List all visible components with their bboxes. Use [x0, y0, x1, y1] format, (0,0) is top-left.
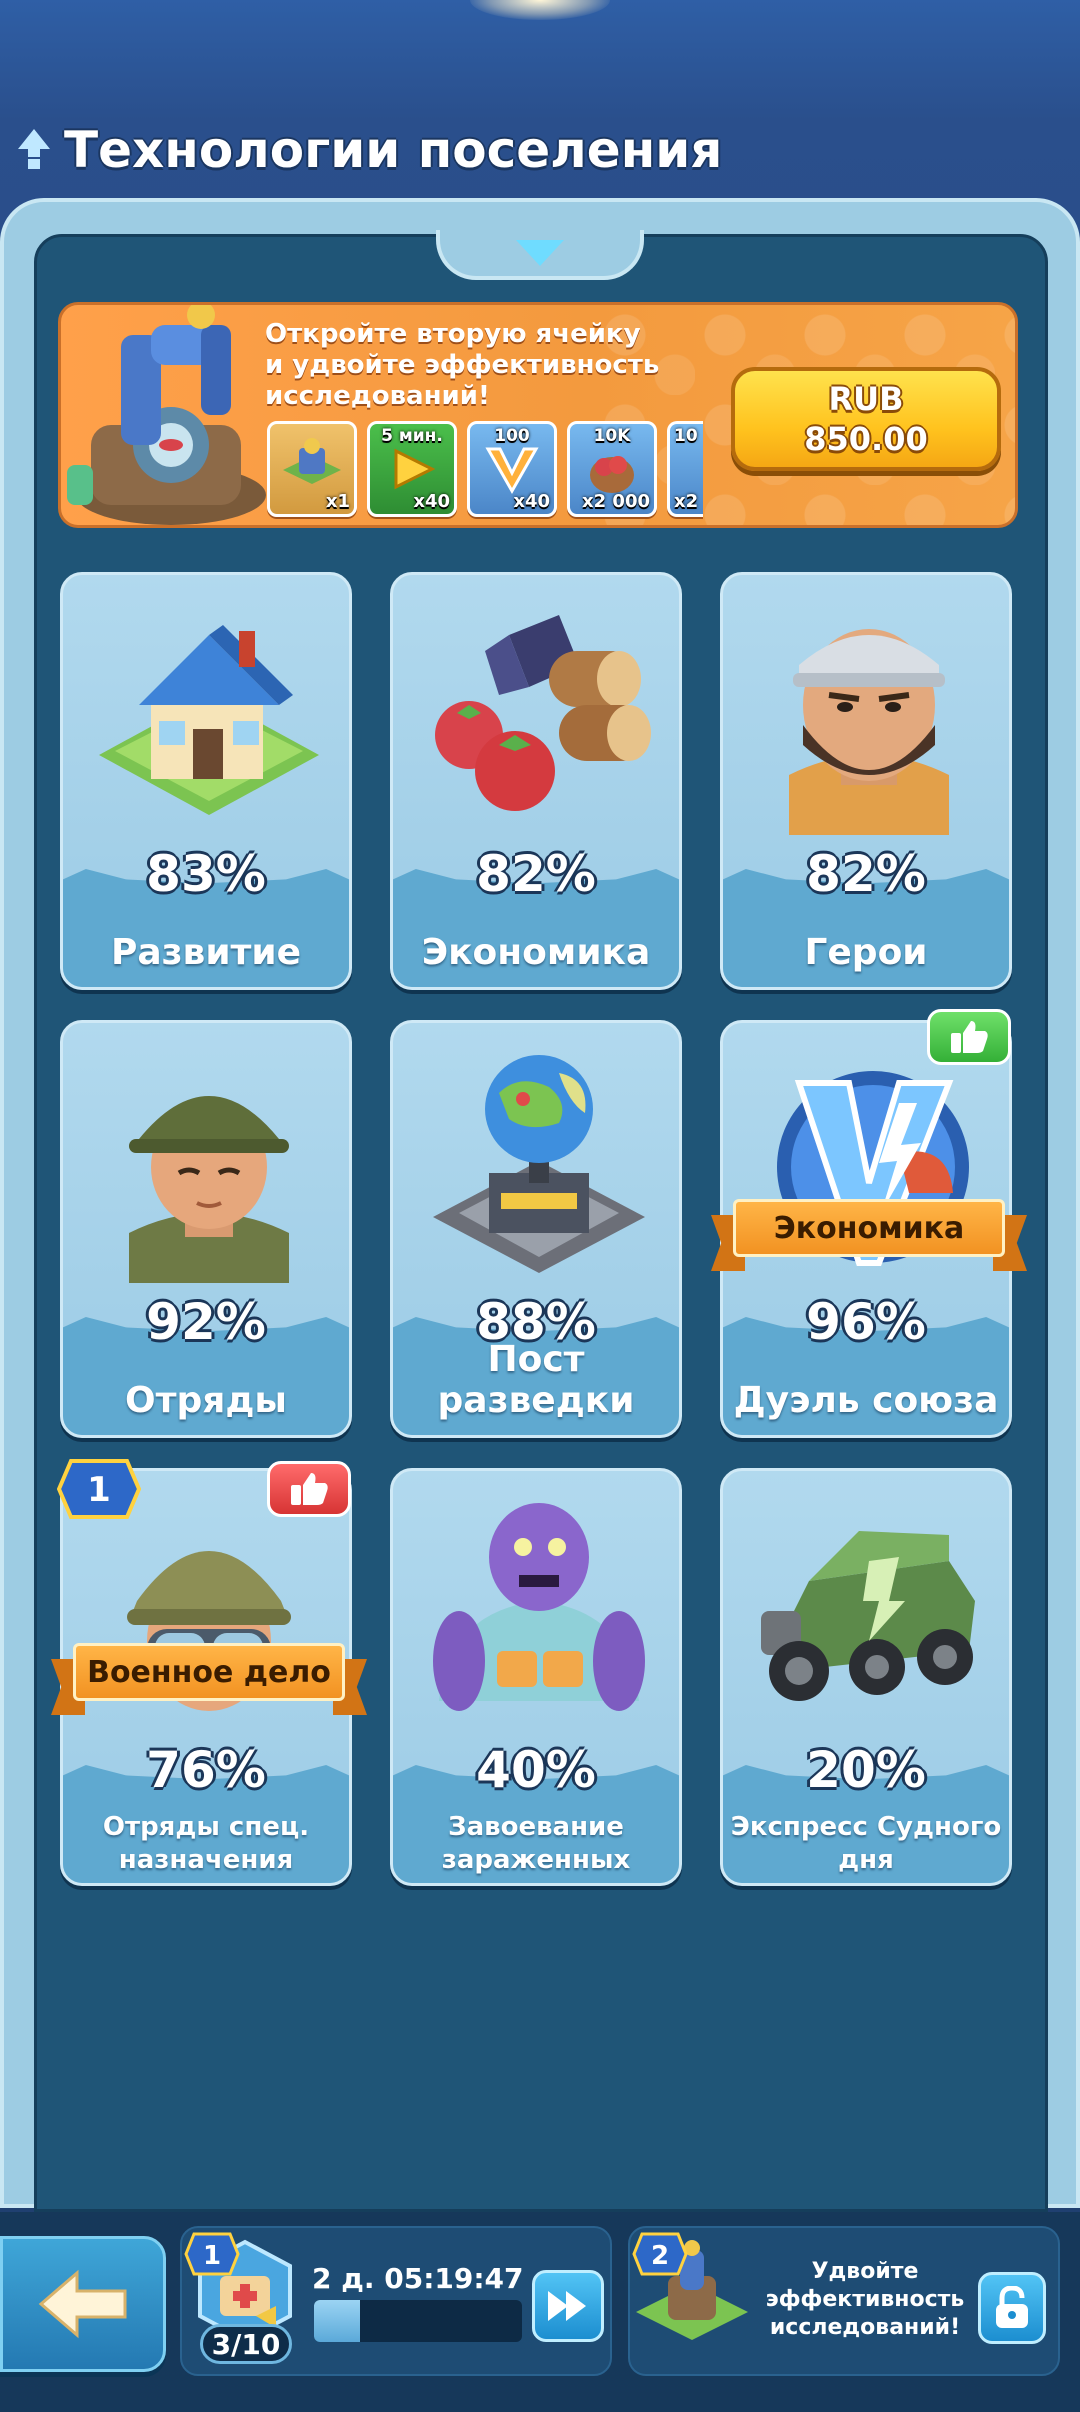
card-percent: 20% [806, 1741, 926, 1799]
card-label: Герои [804, 932, 928, 973]
tree-icon [18, 129, 50, 169]
slot-number-badge: 2 [632, 2232, 688, 2276]
lock-icon [996, 2286, 1028, 2328]
resources-icon [435, 615, 651, 811]
svg-text:1: 1 [203, 2241, 221, 2271]
house-icon [99, 625, 319, 815]
slot-number-badge: 1 [184, 2232, 240, 2276]
reward-label: 10K [593, 426, 631, 446]
tech-card-troops[interactable]: 92% Отряды [60, 1020, 352, 1438]
reward-item[interactable]: x1 [267, 421, 357, 517]
speedup-button[interactable] [532, 2270, 604, 2342]
tech-card-infected-conquest[interactable]: 40% Завоевание зараженных [390, 1468, 682, 1886]
research-machine-icon [67, 305, 266, 525]
price-value: 850.00 [804, 420, 928, 458]
hero-portrait-icon [789, 629, 949, 835]
reward-qty: x2 000 [582, 491, 650, 512]
card-percent: 40% [476, 1741, 596, 1799]
svg-text:1: 1 [87, 1470, 111, 1510]
card-label: Завоевание зараженных [441, 1812, 631, 1875]
tech-card-development[interactable]: 83% Развитие [60, 572, 352, 990]
thumbs-up-icon [291, 1473, 328, 1505]
locked-slot-text: Удвойте эффективность исследований! [765, 2259, 965, 2340]
reward-item[interactable]: 5 мин. x40 [367, 421, 457, 517]
reward-qty: x1 [325, 491, 350, 512]
card-label: Развитие [110, 932, 302, 973]
ribbon-label: Экономика [733, 1199, 1005, 1257]
reward-item[interactable]: 10K x2 000 [567, 421, 657, 517]
unlock-button[interactable] [978, 2272, 1046, 2344]
reward-qty: x40 [413, 491, 450, 512]
promo-text: Откройте вторую ячейку и удвойте эффекти… [265, 319, 660, 411]
card-label: Экономика [421, 932, 651, 973]
tech-card-recon[interactable]: 88% Пост разведки [390, 1020, 682, 1438]
card-percent: 82% [806, 845, 926, 903]
card-label: Отряды спец. назначения [102, 1812, 310, 1875]
tech-card-economy[interactable]: 82% Экономика [390, 572, 682, 990]
v-badge-icon [485, 447, 539, 495]
svg-text:2: 2 [651, 2241, 669, 2271]
reward-label: 100 [494, 426, 530, 446]
fast-forward-icon [548, 2291, 586, 2321]
card-percent: 96% [806, 1293, 926, 1351]
arrow-left-icon [38, 2269, 127, 2339]
card-percent: 83% [146, 845, 266, 903]
chevron-down-icon[interactable] [516, 240, 564, 266]
page-title: Технологии поселения [64, 121, 723, 179]
card-label: Отряды [125, 1380, 287, 1421]
category-ribbon: Экономика [711, 1199, 1027, 1271]
tech-card-doomsday-express[interactable]: 20% Экспресс Судного дня [720, 1468, 1012, 1886]
globe-station-icon [433, 1055, 645, 1273]
card-percent: 76% [146, 1741, 266, 1799]
reward-item[interactable]: 10 x2 [667, 421, 703, 517]
zombie-icon [433, 1503, 645, 1711]
reward-qty: x2 [674, 491, 699, 512]
tech-card-special-forces[interactable]: 1 Военное дело 76% Отряды спец. назначен… [51, 1459, 367, 1886]
category-ribbon: Военное дело [51, 1643, 367, 1715]
reward-qty: x40 [513, 491, 550, 512]
food-sack-icon [590, 456, 634, 493]
armored-truck-icon [761, 1531, 975, 1701]
recommended-badge [267, 1461, 351, 1517]
reward-row: x1 5 мин. x40 100 x40 10K x2 000 10 x2 [267, 421, 703, 517]
top-light [470, 0, 610, 20]
thumbs-up-icon [951, 1021, 988, 1053]
level-badge: 1 [57, 1459, 141, 1519]
ribbon-label: Военное дело [73, 1643, 345, 1701]
progress-fill [314, 2300, 360, 2342]
card-label: Дуэль союза [733, 1380, 999, 1421]
research-timer: 2 д. 05:19:47 [312, 2262, 524, 2295]
price-currency: RUB [828, 380, 904, 418]
card-percent: 92% [146, 1293, 266, 1351]
reward-label: 5 мин. [381, 426, 443, 446]
queue-count: 3/10 [200, 2324, 292, 2364]
card-label: Экспресс Судного дня [730, 1812, 1002, 1875]
page-header: Технологии поселения [14, 118, 722, 182]
promo-banner[interactable]: Откройте вторую ячейку и удвойте эффекти… [58, 302, 1018, 528]
buy-button[interactable]: RUB 850.00 [731, 367, 1001, 471]
research-progress [314, 2300, 522, 2342]
back-button[interactable] [0, 2236, 166, 2372]
reward-item[interactable]: 100 x40 [467, 421, 557, 517]
tech-card-alliance-duel[interactable]: Экономика 96% Дуэль союза [711, 1009, 1027, 1438]
recommended-badge [927, 1009, 1011, 1065]
reward-label: 10 [674, 426, 698, 446]
card-label: Пост разведки [437, 1339, 635, 1421]
tech-card-heroes[interactable]: 82% Герои [720, 572, 1012, 990]
speedup-icon [394, 448, 436, 490]
soldier-icon [129, 1096, 289, 1283]
card-percent: 82% [476, 845, 596, 903]
